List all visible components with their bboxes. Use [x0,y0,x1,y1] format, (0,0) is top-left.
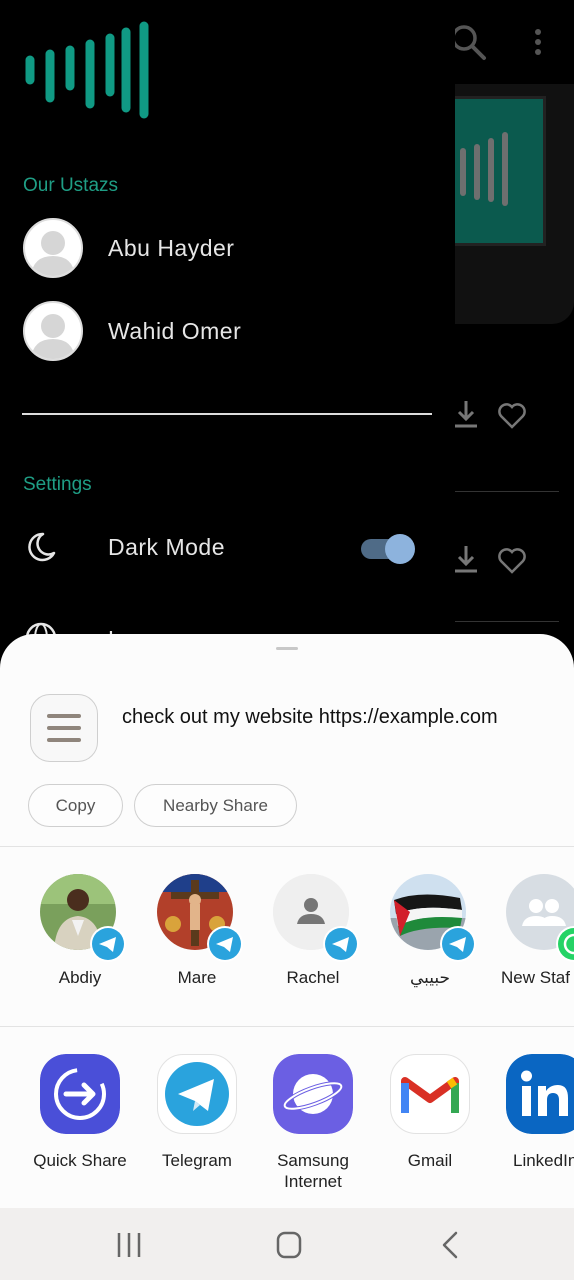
home-icon[interactable] [269,1230,309,1260]
nearby-share-button[interactable]: Nearby Share [134,784,297,827]
download-icon [455,546,477,573]
shared-text-preview: check out my website https://example.com [122,706,498,728]
contact-mare[interactable]: Mare [137,874,257,994]
app-name: Telegram [162,1151,232,1170]
ustaz-name: Abu Hayder [108,234,235,261]
app-name: Quick Share [33,1151,127,1170]
card-artwork [446,96,546,246]
telegram-badge-icon [323,926,359,962]
contact-habibi[interactable]: حبيبي [370,874,490,994]
ustaz-item-wahid-omer[interactable]: Wahid Omer [23,300,443,362]
ustaz-item-abu-hayder[interactable]: Abu Hayder [23,217,443,279]
divider [455,491,559,492]
telegram-badge-icon [90,926,126,962]
track-actions [452,540,542,580]
heart-icon [498,548,526,574]
app-name: Gmail [407,1151,453,1170]
system-navigation-bar [0,1208,574,1280]
gmail-icon [390,1054,470,1134]
samsung-internet-icon [273,1054,353,1134]
linkedin-icon [506,1054,574,1134]
sheet-drag-handle[interactable] [276,647,298,650]
app-linkedin[interactable]: LinkedIn [486,1054,574,1204]
ustaz-name: Wahid Omer [108,317,242,344]
moon-icon [28,532,56,562]
contact-new-staff[interactable]: New Staf [486,874,574,994]
contact-name: New Staf [501,968,570,987]
quick-share-icon [40,1054,120,1134]
contact-name: Mare [177,968,217,987]
toggle-knob [385,534,415,564]
share-sheet: check out my website https://example.com… [0,634,574,1208]
text-document-icon [30,694,98,762]
setting-label: Dark Mode [108,533,225,560]
track-actions [452,395,542,435]
telegram-badge-icon [207,926,243,962]
drawer-divider [22,413,432,415]
app-quick-share[interactable]: Quick Share [20,1054,140,1204]
contact-abdiy[interactable]: Abdiy [20,874,140,994]
contact-name: Abdiy [58,968,102,987]
back-icon[interactable] [430,1230,470,1260]
contact-name: Rachel [286,968,340,987]
telegram-icon [157,1054,237,1134]
copy-button[interactable]: Copy [28,784,123,827]
avatar [23,301,83,361]
whatsapp-badge-icon [556,926,574,962]
app-name: LinkedIn [513,1151,574,1170]
avatar [23,218,83,278]
featured-card[interactable] [440,84,574,324]
divider [455,621,559,622]
divider [0,1026,574,1027]
ustazs-section-title: Our Ustazs [23,175,119,196]
telegram-badge-icon [440,926,476,962]
download-icon [455,401,477,428]
contact-rachel[interactable]: Rachel [253,874,373,994]
settings-section-title: Settings [23,474,92,495]
heart-icon [498,403,526,429]
app-name: Samsung Internet [277,1151,349,1191]
contact-name: حبيبي [409,968,451,987]
app-gmail[interactable]: Gmail [370,1054,490,1204]
recent-apps-icon[interactable] [109,1230,149,1260]
setting-dark-mode[interactable]: Dark Mode [23,522,433,572]
divider [0,846,574,847]
dark-mode-toggle[interactable] [361,534,417,564]
more-options-icon[interactable] [526,26,550,58]
app-samsung-internet[interactable]: Samsung Internet [253,1054,373,1204]
app-logo [25,21,149,119]
app-telegram[interactable]: Telegram [137,1054,257,1204]
